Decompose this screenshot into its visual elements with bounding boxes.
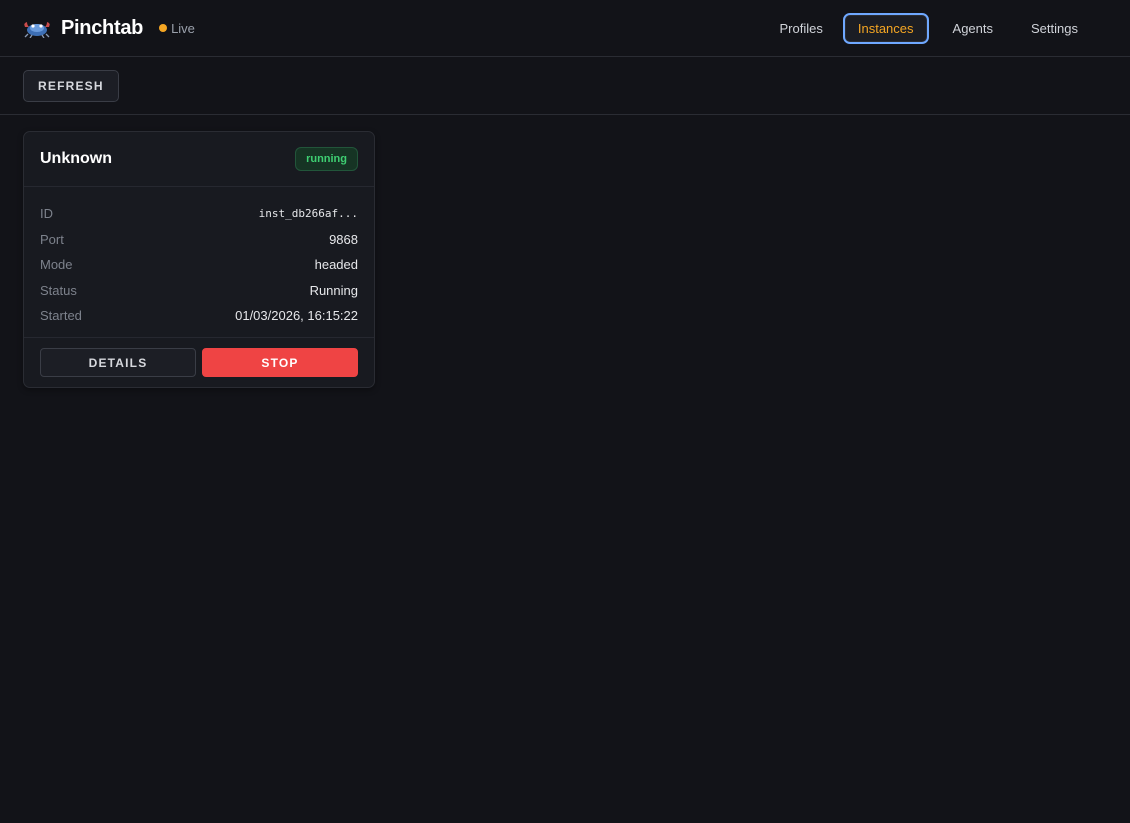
detail-key: Port [40, 231, 64, 247]
details-button[interactable]: DETAILS [40, 348, 196, 377]
detail-key: Started [40, 308, 82, 324]
status-badge: running [295, 147, 358, 171]
live-dot-icon [159, 24, 168, 32]
detail-value: headed [314, 257, 358, 273]
top-header: Pinchtab Live Profiles Instances Agents … [0, 0, 1130, 57]
live-status-label: Live [171, 20, 195, 36]
instance-card: Unknown running ID inst_db266af... Port … [23, 131, 375, 388]
stop-button[interactable]: STOP [202, 348, 358, 377]
instance-card-header: Unknown running [24, 132, 374, 187]
instance-details-list: ID inst_db266af... Port 9868 Mode headed… [24, 187, 374, 338]
brand: Pinchtab Live [22, 17, 195, 40]
detail-row-id: ID inst_db266af... [40, 201, 358, 227]
detail-row-started: Started 01/03/2026, 16:15:22 [40, 303, 358, 329]
nav-profiles[interactable]: Profiles [766, 12, 837, 45]
instance-actions: DETAILS STOP [24, 338, 374, 387]
detail-row-port: Port 9868 [40, 227, 358, 253]
toolbar: REFRESH [0, 57, 1130, 115]
nav-agents[interactable]: Agents [939, 12, 1007, 45]
nav-instances[interactable]: Instances [842, 12, 929, 44]
detail-row-mode: Mode headed [40, 252, 358, 278]
live-status: Live [159, 21, 195, 36]
detail-value: Running [309, 282, 358, 298]
nav-settings[interactable]: Settings [1017, 12, 1092, 45]
detail-key: Mode [40, 257, 73, 273]
detail-key: Status [40, 282, 77, 298]
brand-name: Pinchtab [61, 16, 144, 39]
refresh-button[interactable]: REFRESH [23, 69, 119, 102]
detail-value: inst_db266af... [258, 207, 358, 221]
instance-title: Unknown [40, 150, 112, 167]
detail-value: 01/03/2026, 16:15:22 [235, 308, 358, 324]
main-nav: Profiles Instances Agents Settings [766, 12, 1092, 45]
detail-row-status: Status Running [40, 278, 358, 304]
detail-key: ID [40, 206, 53, 222]
detail-value: 9868 [329, 231, 358, 247]
crab-logo-icon [22, 18, 52, 39]
